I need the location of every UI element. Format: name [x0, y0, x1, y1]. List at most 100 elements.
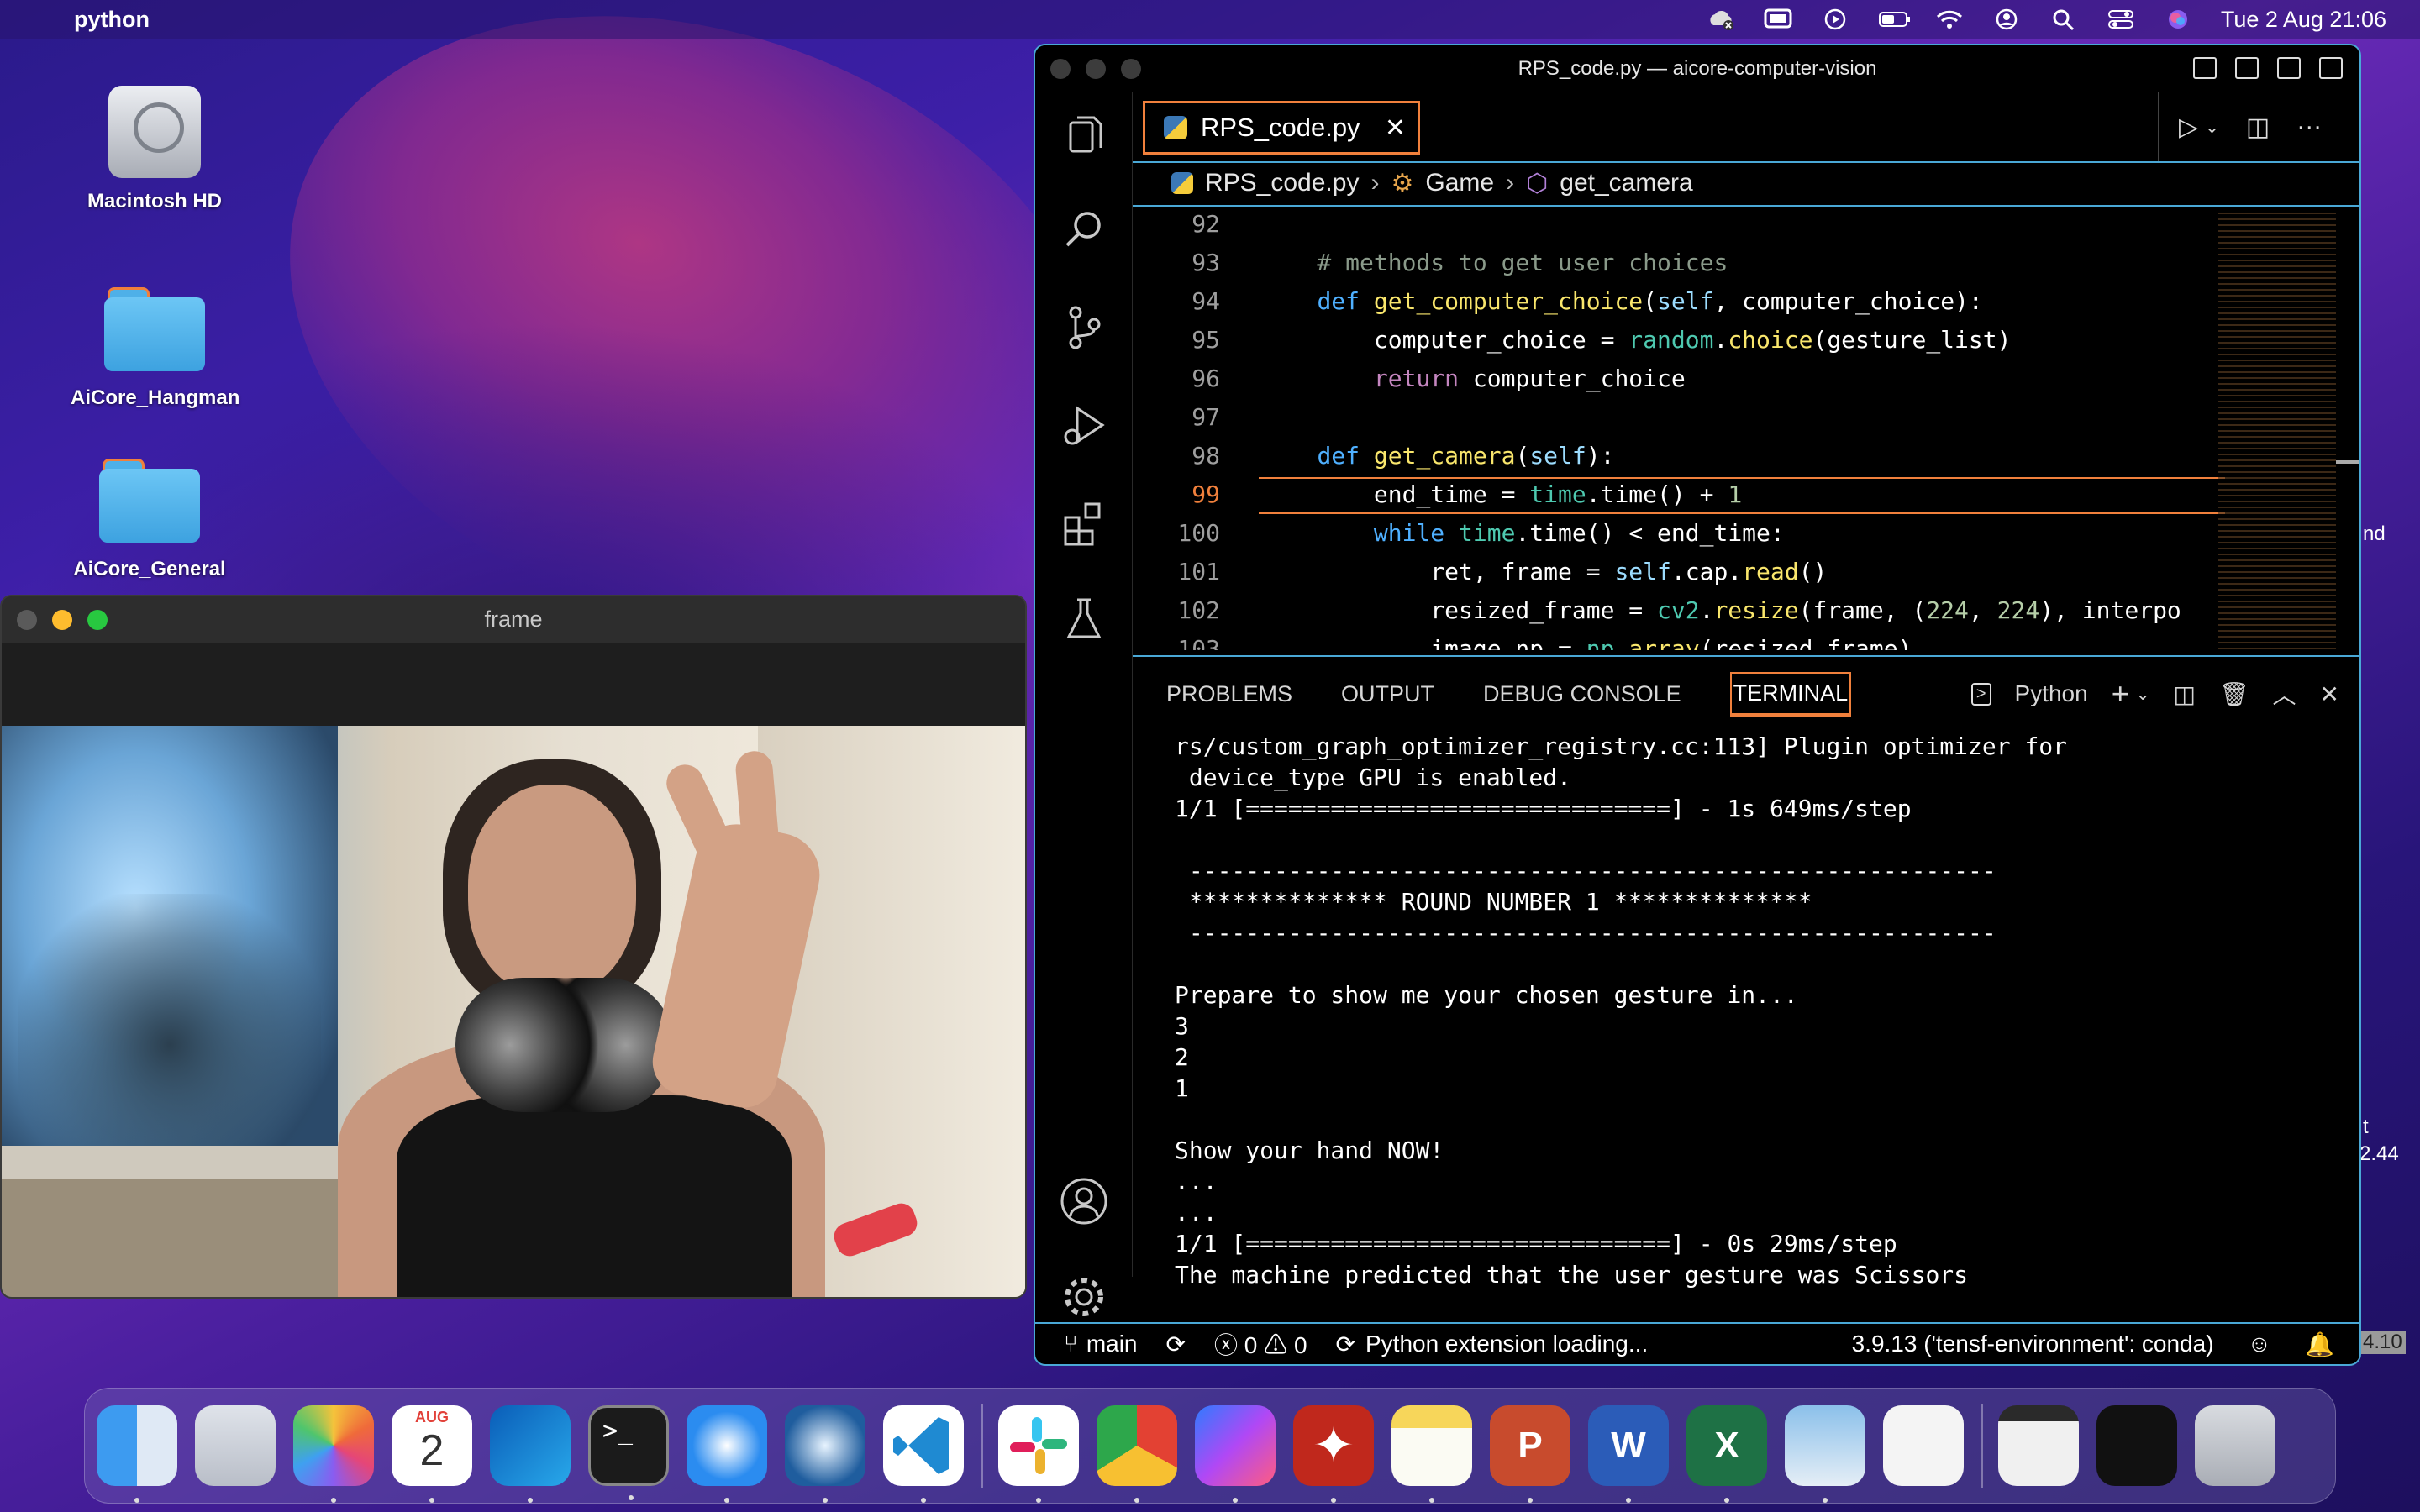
close-panel-icon[interactable]: ✕	[2320, 680, 2339, 708]
dock: AUG 2 >_ ✦ P W X	[84, 1388, 2336, 1504]
explorer-icon[interactable]	[1059, 109, 1109, 160]
breadcrumb-class[interactable]: Game	[1425, 169, 1494, 197]
code-line[interactable]: ret, frame = self.cap.read()	[1260, 558, 1827, 585]
hidden-window-text: nd	[2363, 522, 2386, 545]
dock-excel-icon[interactable]: X	[1686, 1405, 1767, 1503]
notifications-bell-icon[interactable]: 🔔	[2305, 1331, 2334, 1358]
window-titlebar[interactable]: frame	[2, 596, 1025, 643]
menubar-clock[interactable]: Tue 2 Aug 21:06	[2221, 7, 2386, 33]
code-line[interactable]: resized_frame = cv2.resize(frame, (224, …	[1260, 596, 2181, 624]
git-branch[interactable]: main	[1086, 1331, 1138, 1357]
split-editor-icon[interactable]: ◫	[2246, 113, 2270, 142]
editor-tab-rps-code[interactable]: RPS_code.py ✕	[1143, 101, 1420, 155]
dock-outlook-icon[interactable]	[490, 1405, 571, 1503]
code-editor[interactable]: 92 93 # methods to get user choices 94 def…	[1133, 208, 2225, 650]
desktop-icon-aicore-hangman[interactable]: AiCore_Hangman	[71, 287, 239, 410]
python-extension-status[interactable]: Python extension loading...	[1365, 1331, 1648, 1357]
toggle-sidebar-icon[interactable]	[2193, 57, 2217, 79]
trash-icon[interactable]: 🗑	[2219, 680, 2249, 708]
user-icon[interactable]	[1992, 8, 2021, 30]
dock-google-chrome-icon[interactable]	[1097, 1405, 1177, 1503]
code-line[interactable]: computer_choice = random.choice(gesture_…	[1260, 326, 2012, 354]
problems-status[interactable]: ⓧ 0 ⚠ 0	[1214, 1327, 1307, 1361]
chevron-down-icon[interactable]: ⌄	[2136, 684, 2150, 705]
source-control-icon[interactable]	[1059, 302, 1109, 353]
python-interpreter[interactable]: 3.9.13 ('tensf-environment': conda)	[1852, 1331, 2214, 1357]
breadcrumb-method[interactable]: get_camera	[1560, 169, 1692, 197]
dock-safari-icon[interactable]	[687, 1405, 767, 1503]
dock-messenger-icon[interactable]	[1195, 1405, 1276, 1503]
dock-notes-icon[interactable]	[1392, 1405, 1472, 1503]
search-icon[interactable]	[1059, 205, 1109, 255]
desktop-icon-macintosh-hd[interactable]: Macintosh HD	[71, 86, 239, 213]
settings-gear-icon[interactable]	[1059, 1272, 1109, 1322]
extensions-icon[interactable]	[1059, 497, 1109, 548]
toggle-panel-icon[interactable]	[2235, 57, 2259, 79]
dock-calendar-icon[interactable]: AUG 2	[392, 1405, 472, 1503]
code-line[interactable]: while time.time() < end_time:	[1260, 519, 1785, 547]
desktop-icon-aicore-general[interactable]: AiCore_General	[66, 459, 234, 581]
account-icon[interactable]	[1059, 1176, 1109, 1226]
breadcrumb-file[interactable]: RPS_code.py	[1205, 169, 1359, 197]
editor-scrollbar[interactable]	[2336, 460, 2360, 464]
dock-launchpad-icon[interactable]	[195, 1405, 276, 1486]
code-line[interactable]: # methods to get user choices	[1260, 249, 1728, 276]
control-center-icon[interactable]	[2107, 8, 2135, 30]
dock-photos-icon[interactable]	[293, 1405, 374, 1503]
dock-document-icon[interactable]	[1883, 1405, 1964, 1486]
dock-preview-icon[interactable]	[1785, 1405, 1865, 1503]
code-line[interactable]: def get_camera(self):	[1260, 442, 1614, 470]
tab-terminal[interactable]: TERMINAL	[1729, 671, 1852, 717]
dock-powerpoint-icon[interactable]: P	[1490, 1405, 1570, 1503]
terminal-shell-label[interactable]: Python	[2015, 680, 2088, 707]
error-icon: ⓧ	[1213, 1332, 1238, 1358]
minimap[interactable]	[2218, 208, 2336, 650]
status-bar: ⑂ main ⟳ ⓧ 0 ⚠ 0 ⟳ Python extension load…	[1035, 1322, 2360, 1364]
code-line[interactable]: def get_computer_choice(self, computer_c…	[1260, 287, 1982, 315]
terminal-output[interactable]: rs/custom_graph_optimizer_registry.cc:11…	[1175, 731, 2326, 1289]
dock-window-thumbnail-1-icon[interactable]	[1998, 1405, 2079, 1486]
chevron-down-icon[interactable]: ⌄	[2205, 117, 2219, 138]
customize-layout-icon[interactable]	[2319, 57, 2343, 79]
dock-finder-icon[interactable]	[97, 1405, 177, 1503]
dock-window-thumbnail-2-icon[interactable]	[2096, 1405, 2177, 1486]
dock-quicktime-player-icon[interactable]	[785, 1405, 865, 1503]
run-debug-icon[interactable]	[1059, 400, 1109, 450]
tab-problems[interactable]: PROBLEMS	[1166, 681, 1292, 707]
split-terminal-icon[interactable]: ◫	[2174, 680, 2196, 708]
window-titlebar[interactable]: RPS_code.py — aicore-computer-vision	[1035, 45, 2360, 92]
dock-adobe-acrobat-icon[interactable]: ✦	[1293, 1405, 1374, 1503]
search-icon[interactable]	[2049, 8, 2078, 31]
tab-debug-console[interactable]: DEBUG CONSOLE	[1483, 681, 1681, 707]
dock-terminal-icon[interactable]: >_	[588, 1405, 669, 1500]
more-actions-icon[interactable]: ···	[2296, 113, 2322, 141]
maximize-panel-icon[interactable]: ︿	[2273, 677, 2296, 711]
run-python-file-icon[interactable]: ▷	[2179, 113, 2198, 142]
code-line[interactable]: image_np = np.array(resized_frame)	[1260, 635, 1912, 650]
app-menu-name[interactable]: python	[74, 7, 150, 33]
display-icon[interactable]	[1764, 8, 1792, 30]
feedback-icon[interactable]: ☺	[2248, 1331, 2272, 1357]
dock-visual-studio-code-icon[interactable]	[883, 1405, 964, 1503]
cloud-off-icon[interactable]	[1707, 8, 1735, 30]
camera-frame-window[interactable]: frame	[0, 595, 1027, 1299]
play-circle-icon[interactable]	[1821, 8, 1849, 30]
code-line[interactable]: return computer_choice	[1260, 365, 1686, 392]
line-number: 95	[1192, 326, 1220, 354]
window-title: frame	[484, 606, 543, 632]
wifi-icon[interactable]	[1935, 8, 1964, 30]
battery-icon[interactable]	[1878, 8, 1910, 30]
testing-icon[interactable]	[1059, 593, 1109, 643]
close-tab-icon[interactable]: ✕	[1385, 113, 1406, 143]
tab-output[interactable]: OUTPUT	[1341, 681, 1434, 707]
new-terminal-icon[interactable]: +	[2112, 676, 2129, 711]
dock-word-icon[interactable]: W	[1588, 1405, 1669, 1503]
dock-slack-icon[interactable]	[998, 1405, 1079, 1503]
toggle-secondary-sidebar-icon[interactable]	[2277, 57, 2301, 79]
line-number: 94	[1192, 287, 1220, 315]
siri-icon[interactable]	[2164, 8, 2192, 30]
sync-icon[interactable]: ⟳	[1166, 1331, 1186, 1358]
code-line[interactable]: end_time = time.time() + 1	[1260, 480, 1742, 508]
vscode-window[interactable]: RPS_code.py — aicore-computer-vision RPS…	[1034, 44, 2361, 1366]
dock-trash-icon[interactable]	[2195, 1405, 2275, 1486]
